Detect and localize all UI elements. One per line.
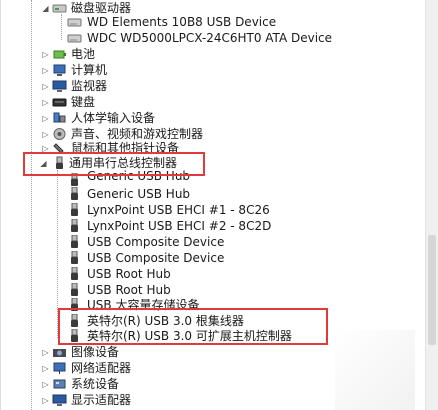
tree-leaf-label: Generic USB Hub [87,187,191,201]
network-adapter-icon [53,362,66,374]
tree-line-disk-children [61,14,62,40]
usb-connector-icon [71,203,78,216]
usb-connector-icon [71,267,78,280]
tree-node-label: 电池 [71,47,96,61]
tree-node-label: 人体学输入设备 [71,111,156,125]
tree-leaf-label: LynxPoint USB EHCI #1 - 8C26 [87,203,270,217]
hard-disk-icon [67,34,82,43]
tree-leaf-label: USB Composite Device [87,235,225,249]
expand-arrow-icon[interactable]: ▷ [41,50,50,59]
tree-leaf-label: WD Elements 10B8 USB Device [87,15,277,29]
tree-leaf-label: WDC WD5000LPCX-24C6HT0 ATA Device [87,31,333,45]
collapse-arrow-icon[interactable]: ◢ [41,4,50,13]
tree-line-root [31,0,32,410]
tree-node-label: 监视器 [71,79,108,93]
expand-arrow-icon[interactable]: ▷ [41,66,50,75]
highlight-box-intel-usb3 [58,308,328,345]
display-adapter-icon [52,394,67,406]
speaker-icon [53,128,66,140]
computer-icon [53,64,66,76]
tree-leaf-label: USB Root Hub [87,267,171,281]
expand-arrow-icon[interactable]: ▷ [41,396,50,405]
battery-icon [53,50,66,59]
expand-arrow-icon[interactable]: ▷ [41,130,50,139]
tree-leaf-label: USB Root Hub [87,283,171,297]
usb-connector-icon [71,219,78,232]
tree-node-label: 显示适配器 [71,393,132,407]
hard-disk-icon [67,18,82,27]
expand-arrow-icon[interactable]: ▷ [41,348,50,357]
usb-connector-icon [71,187,78,200]
expand-arrow-icon[interactable]: ▷ [41,82,50,91]
highlight-box-usb-controllers [23,152,205,176]
tree-leaf-label: USB Composite Device [87,251,225,265]
usb-connector-icon [71,283,78,296]
tree-node-label: 图像设备 [71,345,120,359]
usb-connector-icon [71,251,78,264]
expand-arrow-icon[interactable]: ▷ [41,380,50,389]
corner-fade [335,330,415,410]
usb-connector-icon [71,235,78,248]
tree-node-label: 系统设备 [71,377,120,391]
hid-device-icon [53,112,66,123]
disk-drive-icon [52,4,67,13]
camera-icon [53,349,66,357]
tree-leaf-label: LynxPoint USB EHCI #2 - 8C2D [87,219,272,233]
keyboard-icon [52,98,67,107]
expand-arrow-icon[interactable]: ▷ [41,364,50,373]
vertical-scrollbar[interactable] [425,0,438,410]
tree-node-label: 计算机 [71,63,108,77]
tree-node-label: 网络适配器 [71,361,132,375]
scrollbar-thumb[interactable] [428,235,436,345]
monitor-icon [52,80,67,92]
tree-node-label: 键盘 [71,95,96,109]
expand-arrow-icon[interactable]: ▷ [41,114,50,123]
device-tree: ◢ 磁盘驱动器 WD Elements 10B8 USB Device WDC … [0,0,427,410]
system-device-icon [53,379,66,389]
expand-arrow-icon[interactable]: ▷ [41,98,50,107]
